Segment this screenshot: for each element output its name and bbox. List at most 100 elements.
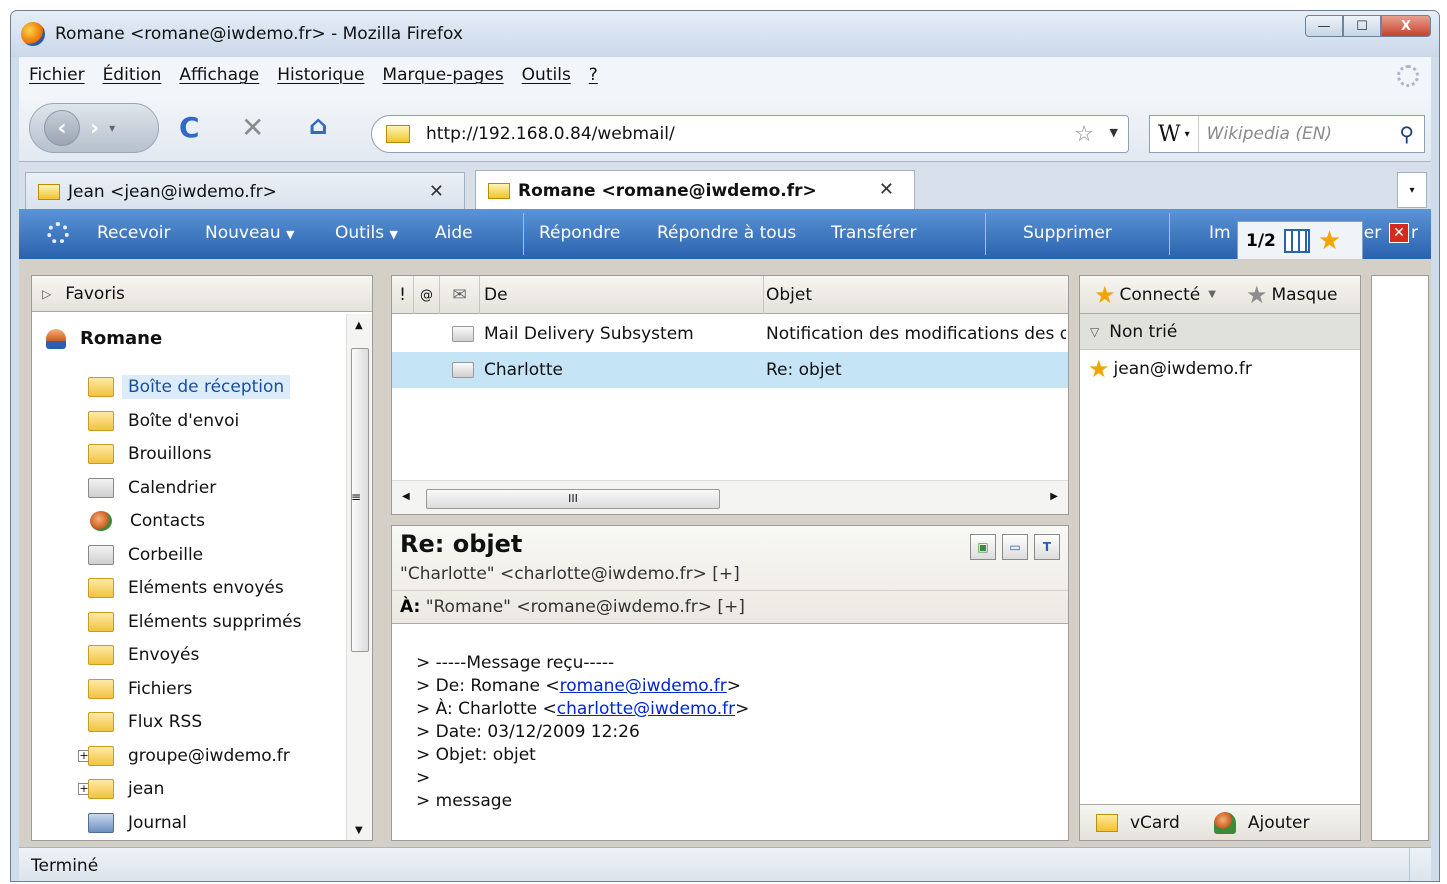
outils-button[interactable]: Outils ▼ <box>335 223 398 243</box>
transferer-button[interactable]: Transférer <box>831 223 916 243</box>
status-star-icon: ★ <box>1094 280 1116 309</box>
reload-icon[interactable]: C <box>179 111 200 144</box>
folder-item-journal[interactable]: Journal <box>76 808 187 838</box>
folder-item-jean[interactable]: + jean <box>76 774 164 804</box>
maximize-button[interactable]: ☐ <box>1343 15 1381 37</box>
subject-column[interactable]: Objet <box>764 276 1068 314</box>
page-indicator[interactable]: 1/2 <box>1246 231 1276 251</box>
folder-item-inbox[interactable]: Boîte de réception <box>76 372 291 402</box>
message-row-selected[interactable]: Charlotte Re: objet <box>392 352 1068 388</box>
page-switcher: 1/2 ★ <box>1237 221 1363 261</box>
tab-jean[interactable]: Jean <jean@iwdemo.fr> ✕ <box>25 172 465 210</box>
im-group[interactable]: ▽ Non trié <box>1080 314 1360 350</box>
resize-grip-icon[interactable] <box>1409 848 1431 881</box>
body-text: > À: Charlotte < <box>416 699 557 719</box>
close-tab-icon[interactable]: ✕ <box>879 179 894 200</box>
wikipedia-icon[interactable]: W <box>1150 122 1185 147</box>
menu-historique[interactable]: Historique <box>277 65 364 85</box>
preview-body: > -----Message reçu----- > De: Romane <r… <box>416 652 749 813</box>
folder-item-sent-items[interactable]: Eléments envoyés <box>76 573 284 603</box>
image-view-icon[interactable]: ▣ <box>970 534 996 560</box>
scroll-up-icon[interactable]: ▲ <box>355 320 363 331</box>
email-link[interactable]: charlotte@iwdemo.fr <box>557 699 735 719</box>
hscroll-thumb[interactable]: III <box>426 489 720 509</box>
chevron-down-icon[interactable]: ▼ <box>1208 289 1216 300</box>
preview-to-row: À: "Romane" <romane@iwdemo.fr> [+] <box>392 590 1068 624</box>
folder-scrollbar[interactable]: ▲ ≡ ▼ <box>346 314 372 840</box>
ajouter-button[interactable]: Ajouter <box>1248 813 1310 833</box>
menu-affichage[interactable]: Affichage <box>179 65 259 85</box>
repondre-tous-button[interactable]: Répondre à tous <box>657 223 796 243</box>
email-link[interactable]: romane@iwdemo.fr <box>560 676 727 696</box>
preview-from[interactable]: "Charlotte" <charlotte@iwdemo.fr> [+] <box>400 564 740 584</box>
folder-item-files[interactable]: Fichiers <box>76 674 192 704</box>
preview-subject: Re: objet <box>400 530 523 558</box>
from-column[interactable]: De <box>480 276 764 314</box>
history-dropdown-icon[interactable]: ▾ <box>109 121 115 135</box>
webmail-content: ▷ Favoris Romane Boîte de réception Boît… <box>19 259 1431 847</box>
menu-marque-pages[interactable]: Marque-pages <box>382 65 503 85</box>
folder-item-calendar[interactable]: Calendrier <box>76 473 216 503</box>
folder-item-sent[interactable]: Envoyés <box>76 640 199 670</box>
close-button[interactable]: X <box>1381 15 1431 37</box>
tab-romane[interactable]: Romane <romane@iwdemo.fr> ✕ <box>475 170 915 210</box>
favoris-header[interactable]: ▷ Favoris <box>32 276 372 312</box>
folder-tree: Romane Boîte de réception Boîte d'envoi … <box>32 314 346 840</box>
minimize-button[interactable]: — <box>1305 15 1343 37</box>
aide-button[interactable]: Aide <box>435 223 473 243</box>
folder-item-deleted-items[interactable]: Eléments supprimés <box>76 607 301 637</box>
split-view-icon[interactable] <box>1283 229 1310 253</box>
close-tab-icon[interactable]: ✕ <box>429 181 444 202</box>
folder-item-trash[interactable]: Corbeille <box>76 540 203 570</box>
read-status-column[interactable]: ✉ <box>440 276 480 314</box>
folder-item-outbox[interactable]: Boîte d'envoi <box>76 406 239 436</box>
url-bar[interactable]: http://192.168.0.84/webmail/ ☆ ▼ <box>371 115 1129 153</box>
text-view-icon[interactable]: T <box>1034 534 1060 560</box>
menu-outils[interactable]: Outils <box>522 65 571 85</box>
user-node[interactable]: Romane <box>46 328 162 349</box>
imprimer-button[interactable]: Im <box>1209 223 1231 243</box>
tab-list-icon[interactable]: ▾ <box>1397 172 1427 208</box>
recevoir-button[interactable]: Recevoir <box>97 223 171 243</box>
folder-item-rss[interactable]: Flux RSS <box>76 707 202 737</box>
url-text: http://192.168.0.84/webmail/ <box>426 124 675 144</box>
message-row[interactable]: Mail Delivery Subsystem Notification des… <box>392 316 1068 352</box>
priority-column[interactable]: ! <box>392 276 414 314</box>
attachment-column[interactable]: @ <box>414 276 440 314</box>
message-list-hscrollbar[interactable]: ◀ III ▶ <box>392 480 1068 514</box>
bookmark-star-icon[interactable]: ☆ <box>1074 122 1094 147</box>
nouveau-button[interactable]: Nouveau ▼ <box>205 223 294 243</box>
folder-item-contacts[interactable]: Contacts <box>76 506 205 536</box>
url-dropdown-icon[interactable]: ▼ <box>1110 126 1118 139</box>
search-bar[interactable]: W ▾ Wikipedia (EN) ⚲ <box>1149 115 1425 153</box>
title-bar: Romane <romane@iwdemo.fr> - Mozilla Fire… <box>11 11 1439 57</box>
forward-button[interactable]: › <box>90 116 99 141</box>
search-icon[interactable]: ⚲ <box>1399 122 1424 146</box>
stop-icon[interactable]: ✕ <box>241 111 264 144</box>
close-session-icon[interactable]: ✕ <box>1389 223 1409 243</box>
scroll-down-icon[interactable]: ▼ <box>355 825 363 836</box>
toolbar-separator <box>523 213 524 255</box>
folder-item-groupe[interactable]: + groupe@iwdemo.fr <box>76 741 290 771</box>
favorite-star-icon[interactable]: ★ <box>1318 228 1341 254</box>
back-button[interactable]: ‹ <box>44 110 80 146</box>
menu-edition[interactable]: Édition <box>103 65 162 85</box>
preview-to[interactable]: "Romane" <romane@iwdemo.fr> [+] <box>426 597 745 617</box>
menu-aide[interactable]: ? <box>589 65 598 85</box>
supprimer-button[interactable]: Supprimer <box>1023 223 1112 243</box>
im-contact[interactable]: ★ jean@iwdemo.fr <box>1080 350 1360 388</box>
scroll-right-icon[interactable]: ▶ <box>1050 491 1058 502</box>
folder-item-drafts[interactable]: Brouillons <box>76 439 212 469</box>
search-input[interactable]: Wikipedia (EN) <box>1199 124 1400 144</box>
home-icon[interactable]: ⌂ <box>309 111 328 141</box>
menu-fichier[interactable]: Fichier <box>29 65 85 85</box>
im-status[interactable]: Connecté <box>1120 285 1201 305</box>
user-name: Romane <box>80 328 163 349</box>
engine-dropdown-icon[interactable]: ▾ <box>1185 116 1199 152</box>
vcard-button[interactable]: vCard <box>1130 813 1180 833</box>
scroll-left-icon[interactable]: ◀ <box>402 491 410 502</box>
im-mask[interactable]: Masque <box>1271 285 1337 305</box>
html-view-icon[interactable]: ▭ <box>1002 534 1028 560</box>
repondre-button[interactable]: Répondre <box>539 223 620 243</box>
journal-icon <box>88 813 114 833</box>
